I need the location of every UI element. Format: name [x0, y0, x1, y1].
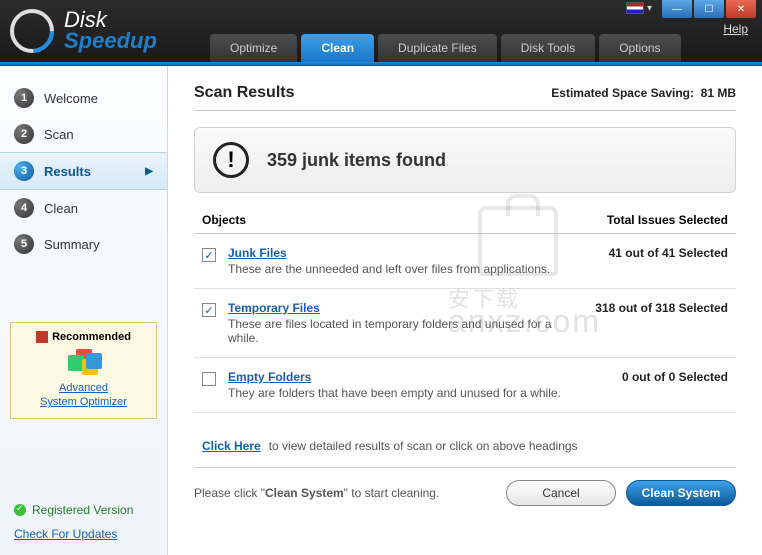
- tab-clean[interactable]: Clean: [301, 34, 374, 62]
- flag-icon: [626, 2, 644, 14]
- action-footer: Please click "Clean System" to start cle…: [194, 467, 736, 506]
- tab-disktools[interactable]: Disk Tools: [501, 34, 595, 62]
- close-button[interactable]: ✕: [726, 0, 756, 18]
- cancel-button[interactable]: Cancel: [506, 480, 616, 506]
- main-tabs: Optimize Clean Duplicate Files Disk Tool…: [210, 34, 681, 62]
- minimize-button[interactable]: —: [662, 0, 692, 18]
- tab-duplicate[interactable]: Duplicate Files: [378, 34, 497, 62]
- gauge-icon: [8, 7, 56, 55]
- count-junk: 41 out of 41 Selected: [609, 246, 728, 260]
- page-title: Scan Results: [194, 84, 294, 102]
- result-summary: ! 359 junk items found: [194, 127, 736, 193]
- count-empty: 0 out of 0 Selected: [622, 370, 728, 384]
- tab-options[interactable]: Options: [599, 34, 680, 62]
- step-clean[interactable]: 4Clean: [0, 190, 167, 226]
- row-junk-files: ✓ Junk Files These are the unneeded and …: [194, 234, 736, 289]
- app-logo: Disk Speedup: [0, 7, 157, 55]
- main-content: Scan Results Estimated Space Saving: 81 …: [168, 66, 762, 555]
- sidebar: 1Welcome 2Scan 3Results▶ 4Clean 5Summary…: [0, 66, 168, 555]
- items-found: 359 junk items found: [267, 150, 446, 171]
- recommend-panel: Recommended AdvancedSystem Optimizer: [10, 322, 157, 419]
- clean-system-button[interactable]: Clean System: [626, 480, 736, 506]
- row-temp-files: ✓ Temporary Files These are files locate…: [194, 289, 736, 358]
- checkbox-empty[interactable]: [202, 372, 216, 386]
- estimated-saving: Estimated Space Saving: 81 MB: [551, 86, 736, 100]
- app-name-2: Speedup: [64, 31, 157, 52]
- registration-status: Registered Version: [14, 503, 153, 517]
- recommend-icon: [36, 331, 48, 343]
- language-selector[interactable]: ▾: [626, 2, 652, 14]
- product-icon: [68, 349, 100, 377]
- recommend-link[interactable]: AdvancedSystem Optimizer: [19, 381, 148, 410]
- exclamation-icon: !: [213, 142, 249, 178]
- chevron-right-icon: ▶: [145, 166, 153, 177]
- help-link[interactable]: Help: [723, 22, 748, 36]
- table-header: Objects Total Issues Selected: [194, 213, 736, 234]
- check-icon: [14, 504, 26, 516]
- checkbox-junk[interactable]: ✓: [202, 248, 216, 262]
- count-temp: 318 out of 318 Selected: [595, 301, 728, 315]
- maximize-button[interactable]: ☐: [694, 0, 724, 18]
- link-junk-files[interactable]: Junk Files: [228, 246, 287, 260]
- step-welcome[interactable]: 1Welcome: [0, 80, 167, 116]
- link-empty-folders[interactable]: Empty Folders: [228, 370, 311, 384]
- checkbox-temp[interactable]: ✓: [202, 303, 216, 317]
- row-empty-folders: Empty Folders They are folders that have…: [194, 358, 736, 413]
- click-here-link[interactable]: Click Here: [202, 439, 261, 453]
- footer-hint: Please click "Clean System" to start cle…: [194, 486, 439, 500]
- tab-optimize[interactable]: Optimize: [210, 34, 297, 62]
- detail-hint: Click Hereto view detailed results of sc…: [194, 433, 736, 467]
- link-temp-files[interactable]: Temporary Files: [228, 301, 320, 315]
- titlebar: Disk Speedup ▾ — ☐ ✕ Help Optimize Clean…: [0, 0, 762, 62]
- step-summary[interactable]: 5Summary: [0, 226, 167, 262]
- step-results[interactable]: 3Results▶: [0, 152, 167, 190]
- step-scan[interactable]: 2Scan: [0, 116, 167, 152]
- check-updates-link[interactable]: Check For Updates: [14, 527, 117, 541]
